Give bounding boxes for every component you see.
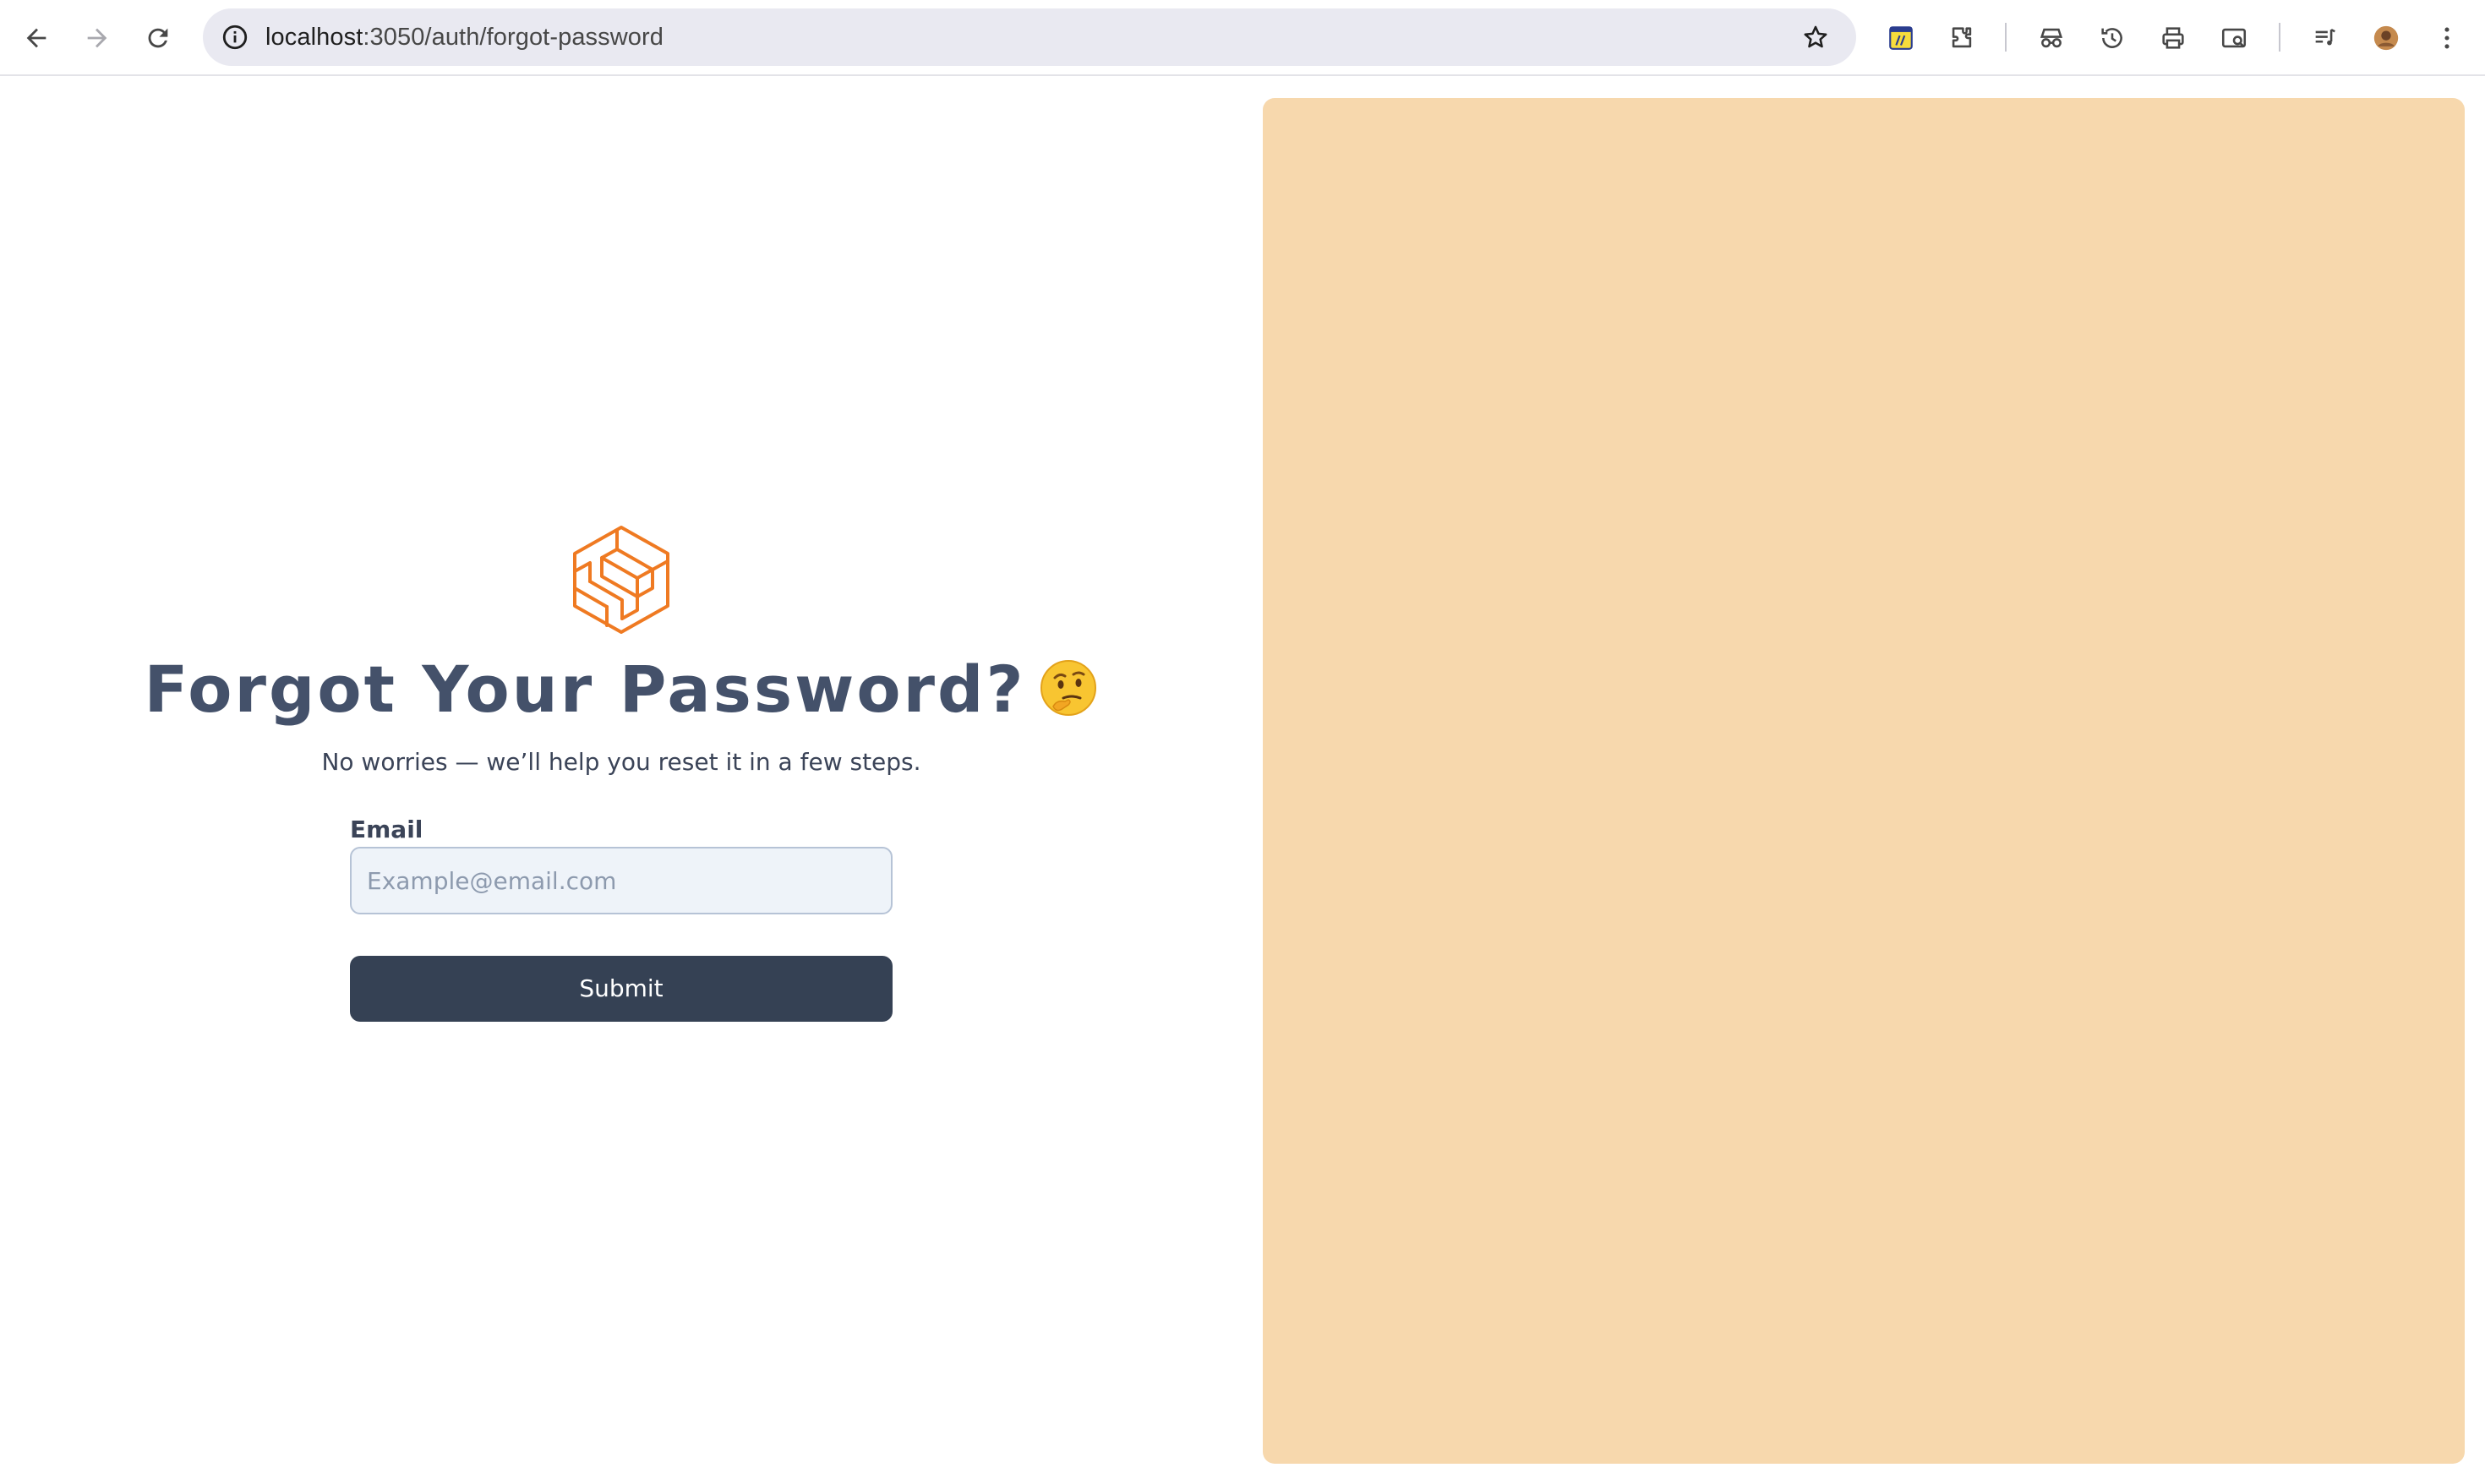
orange-cube-logo (573, 526, 669, 634)
spy-icon[interactable] (2032, 19, 2071, 57)
address-bar[interactable]: localhost:3050/auth/forgot-password (203, 8, 1856, 66)
email-field[interactable] (350, 847, 893, 914)
forward-arrow-icon[interactable] (78, 19, 117, 57)
url-text[interactable]: localhost:3050/auth/forgot-password (265, 8, 664, 66)
reload-icon[interactable] (139, 19, 178, 57)
page-title-text: Forgot Your Password? (144, 652, 1026, 727)
url-path: :3050/auth/forgot-password (363, 24, 664, 51)
toolbar-divider (2005, 23, 2007, 52)
star-icon[interactable] (1797, 19, 1834, 56)
kebab-menu-icon[interactable] (2428, 19, 2466, 57)
history-icon[interactable] (2093, 19, 2132, 57)
back-arrow-icon[interactable] (17, 19, 56, 57)
info-icon[interactable] (216, 19, 254, 56)
printer-icon[interactable] (2154, 19, 2193, 57)
avatar[interactable] (2367, 19, 2406, 57)
illustration-panel (1263, 98, 2465, 1464)
forgot-password-panel: Forgot Your Password? No worries — we’ll… (0, 76, 1242, 1484)
browser-window: localhost:3050/auth/forgot-password Forg… (0, 0, 2485, 1484)
email-label: Email (350, 816, 423, 843)
media-queue-icon[interactable] (2306, 19, 2345, 57)
submit-button[interactable]: Submit (350, 956, 893, 1022)
toolbar-divider (2279, 23, 2280, 52)
page-subtitle: No worries — we’ll help you reset it in … (321, 748, 921, 776)
thinking-face-emoji (1040, 660, 1096, 716)
page-content: Forgot Your Password? No worries — we’ll… (0, 76, 2485, 1484)
tab-search-icon[interactable] (2215, 19, 2253, 57)
url-host: localhost (265, 24, 363, 51)
puzzle-icon[interactable] (1942, 19, 1981, 57)
browser-toolbar: localhost:3050/auth/forgot-password (0, 0, 2485, 76)
page-title: Forgot Your Password? (0, 647, 1242, 732)
notes-extension-icon[interactable] (1882, 19, 1920, 57)
